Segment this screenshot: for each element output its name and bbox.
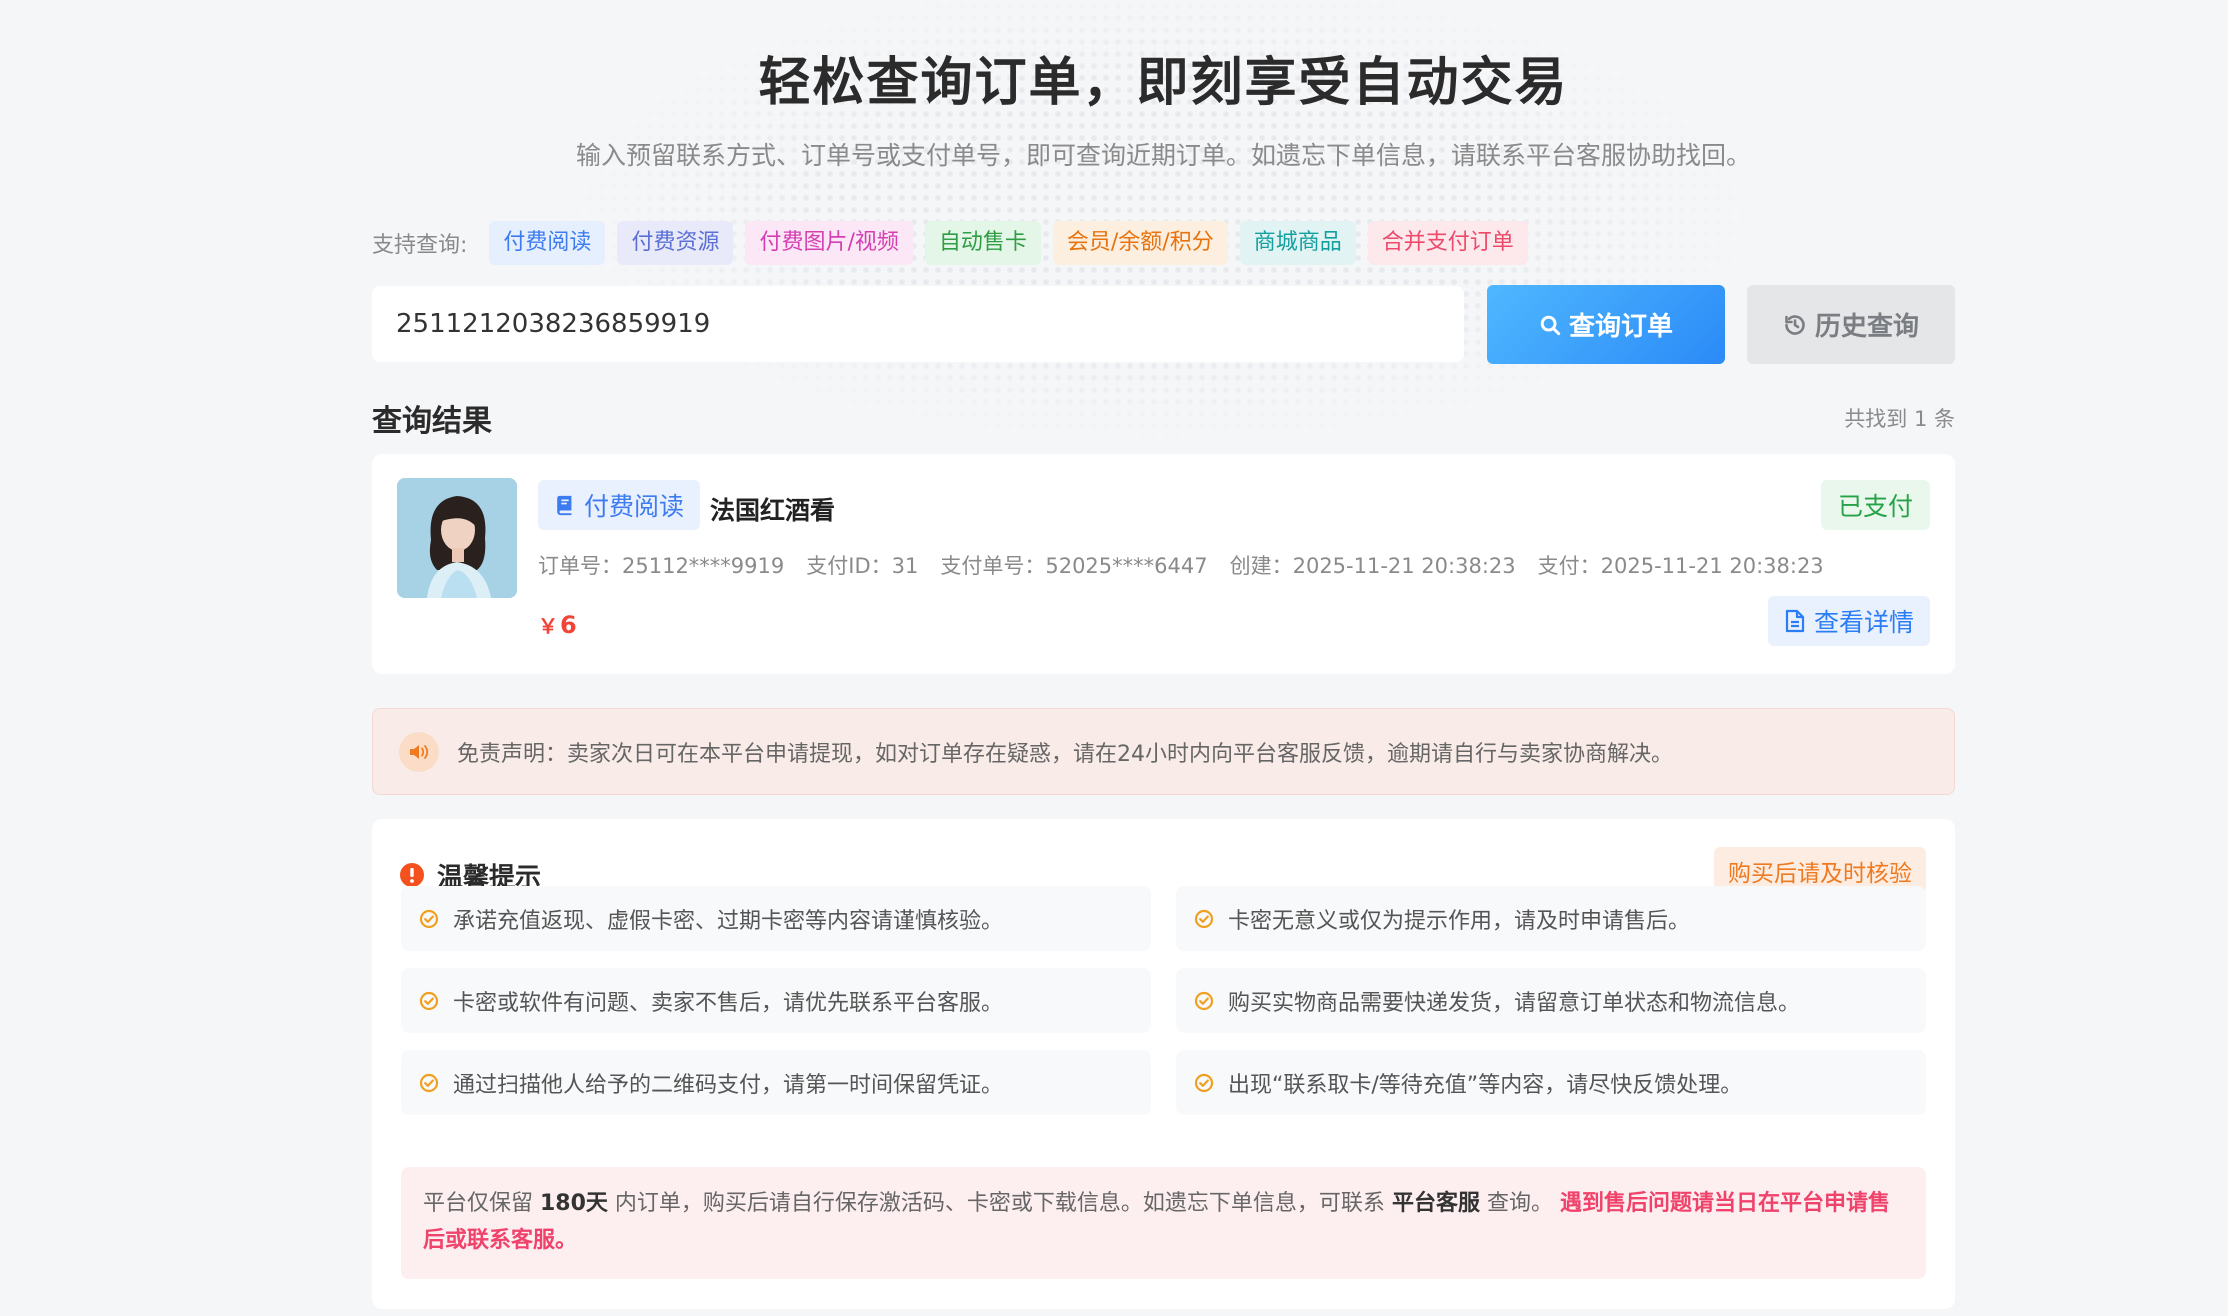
tip-item: 卡密或软件有问题、卖家不售后，请优先联系平台客服。 — [401, 968, 1151, 1033]
tag-paid-resources: 付费资源 — [617, 221, 734, 265]
paid-time: 支付：2025-11-21 20:38:23 — [1537, 554, 1824, 578]
payment-number: 支付单号：52025****6447 — [940, 554, 1208, 578]
check-circle-icon — [1194, 991, 1214, 1010]
tip-item: 通过扫描他人给予的二维码支付，请第一时间保留凭证。 — [401, 1050, 1151, 1115]
tip-text: 出现“联系取卡/等待充值”等内容，请尽快反馈处理。 — [1228, 1072, 1743, 1098]
tip-item: 购买实物商品需要快递发货，请留意订单状态和物流信息。 — [1176, 968, 1926, 1033]
history-query-button[interactable]: 历史查询 — [1747, 285, 1955, 364]
speaker-icon — [399, 731, 439, 772]
view-details-label: 查看详情 — [1813, 608, 1914, 637]
disclaimer-banner: 免责声明：卖家次日可在本平台申请提现，如对订单存在疑惑，请在24小时内向平台客服… — [372, 708, 1955, 795]
tip-text: 承诺充值返现、虚假卡密、过期卡密等内容请谨慎核验。 — [453, 908, 1004, 934]
history-query-label: 历史查询 — [1814, 312, 1919, 342]
check-circle-icon — [419, 991, 439, 1010]
retention-days: 180天 — [540, 1191, 608, 1216]
warning-icon — [400, 863, 424, 887]
query-order-label: 查询订单 — [1568, 312, 1673, 342]
order-thumbnail — [397, 478, 517, 598]
order-type-tag: 付费阅读 — [538, 480, 701, 530]
platform-service-link: 平台客服 — [1391, 1191, 1480, 1216]
page-subtitle: 输入预留联系方式、订单号或支付单号，即可查询近期订单。如遗忘下单信息，请联系平台… — [575, 141, 1751, 170]
retention-text-2: 内订单，购买后请自行保存激活码、卡密或下载信息。如遗忘下单信息，可联系 — [607, 1191, 1392, 1216]
tag-paid-media: 付费图片/视频 — [745, 221, 913, 265]
payment-status-badge: 已支付 — [1820, 480, 1930, 530]
page-title: 轻松查询订单，即刻享受自动交易 — [758, 53, 1569, 113]
price-amount: 6 — [560, 611, 577, 639]
view-details-button[interactable]: 查看详情 — [1767, 596, 1930, 646]
retention-text-3: 查询。 — [1479, 1191, 1560, 1216]
order-price: ￥6 — [538, 610, 577, 639]
query-order-button[interactable]: 查询订单 — [1487, 285, 1725, 364]
book-icon — [557, 495, 572, 516]
supported-types-row: 支持查询: 付费阅读 付费资源 付费图片/视频 自动售卡 会员/余额/积分 商城… — [372, 221, 1540, 265]
check-circle-icon — [1194, 909, 1214, 928]
tag-mall-goods: 商城商品 — [1239, 221, 1356, 265]
created-time: 创建：2025-11-21 20:38:23 — [1229, 554, 1516, 578]
search-row: 查询订单 历史查询 — [372, 285, 1955, 364]
tip-text: 卡密或软件有问题、卖家不售后，请优先联系平台客服。 — [453, 990, 1004, 1016]
results-title: 查询结果 — [372, 404, 492, 439]
search-icon — [1540, 315, 1561, 335]
order-number: 订单号：25112****9919 — [538, 554, 785, 578]
order-search-input[interactable] — [372, 286, 1464, 362]
check-circle-icon — [419, 909, 439, 928]
supported-types-label: 支持查询: — [372, 233, 468, 258]
tag-membership: 会员/余额/积分 — [1052, 221, 1228, 265]
tag-auto-card: 自动售卡 — [924, 221, 1041, 265]
order-type-label: 付费阅读 — [584, 492, 685, 521]
tip-item: 承诺充值返现、虚假卡密、过期卡密等内容请谨慎核验。 — [401, 886, 1151, 951]
check-circle-icon — [419, 1073, 439, 1092]
payment-id: 支付ID：31 — [806, 554, 919, 578]
order-product-name: 法国红酒看 — [710, 496, 836, 525]
tip-text: 卡密无意义或仅为提示作用，请及时申请售后。 — [1228, 908, 1691, 934]
tip-item: 卡密无意义或仅为提示作用，请及时申请售后。 — [1176, 886, 1926, 951]
currency-symbol: ￥ — [538, 614, 558, 638]
tip-text: 购买实物商品需要快递发货，请留意订单状态和物流信息。 — [1228, 990, 1801, 1016]
tips-card: 温馨提示 购买后请及时核验 承诺充值返现、虚假卡密、过期卡密等内容请谨慎核验。 … — [372, 819, 1955, 1309]
check-circle-icon — [1194, 1073, 1214, 1092]
tip-text: 通过扫描他人给予的二维码支付，请第一时间保留凭证。 — [453, 1072, 1004, 1098]
order-meta-row: 订单号：25112****9919 支付ID：31 支付单号：52025****… — [538, 550, 1846, 580]
order-card: 付费阅读 法国红酒看 已支付 订单号：25112****9919 支付ID：31… — [372, 454, 1955, 674]
retention-notice: 平台仅保留 180天 内订单，购买后请自行保存激活码、卡密或下载信息。如遗忘下单… — [401, 1167, 1926, 1279]
document-icon — [1785, 609, 1805, 633]
tag-paid-reading: 付费阅读 — [489, 221, 606, 265]
tag-merged-payment: 合并支付订单 — [1367, 221, 1528, 265]
history-icon — [1785, 314, 1805, 335]
tip-item: 出现“联系取卡/等待充值”等内容，请尽快反馈处理。 — [1176, 1050, 1926, 1115]
disclaimer-text: 免责声明：卖家次日可在本平台申请提现，如对订单存在疑惑，请在24小时内向平台客服… — [457, 741, 1673, 767]
results-count: 共找到 1 条 — [1844, 407, 1955, 431]
portrait-illustration — [397, 478, 517, 598]
retention-text-1: 平台仅保留 — [423, 1191, 540, 1216]
